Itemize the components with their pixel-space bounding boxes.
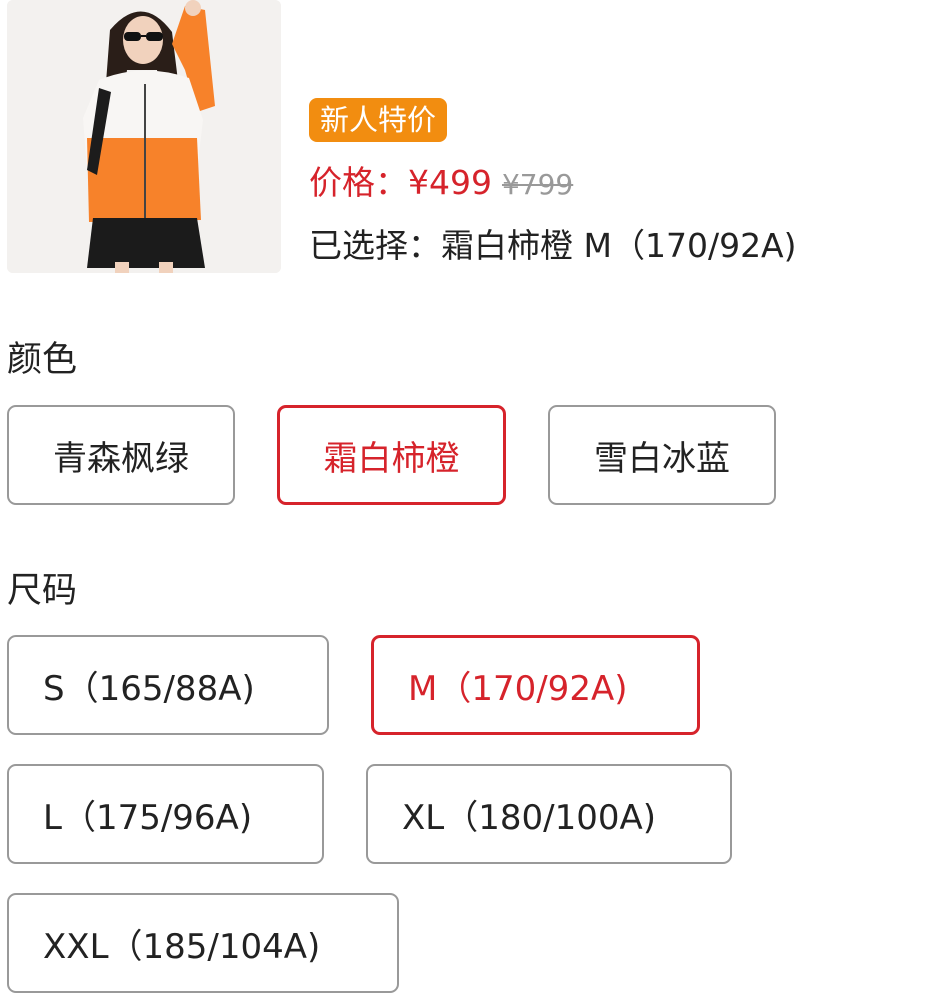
size-option-l[interactable]: L（175/96A) <box>7 764 324 864</box>
color-option-xuebai-binglan[interactable]: 雪白冰蓝 <box>548 405 776 505</box>
price-line: 价格：¥499 ¥799 <box>309 158 573 208</box>
size-option-xl[interactable]: XL（180/100A) <box>366 764 732 864</box>
color-option-qingsen-fenglv[interactable]: 青森枫绿 <box>7 405 235 505</box>
product-photo <box>7 0 281 273</box>
selected-summary: 已选择：霜白柿橙 M（170/92A) <box>309 226 797 265</box>
color-section-title: 颜色 <box>7 340 78 380</box>
size-option-s[interactable]: S（165/88A) <box>7 635 329 735</box>
size-option-xxl[interactable]: XXL（185/104A) <box>7 893 399 993</box>
color-option-shuangbai-shicheng[interactable]: 霜白柿橙 <box>277 405 506 505</box>
size-option-m[interactable]: M（170/92A) <box>371 635 700 735</box>
original-price: ¥799 <box>501 168 574 201</box>
product-image <box>7 0 281 273</box>
corner-mark <box>931 14 935 30</box>
price-label: 价格： <box>309 163 408 202</box>
size-section-title: 尺码 <box>7 571 78 611</box>
promo-badge: 新人特价 <box>309 98 448 142</box>
current-price: ¥499 <box>408 163 492 202</box>
